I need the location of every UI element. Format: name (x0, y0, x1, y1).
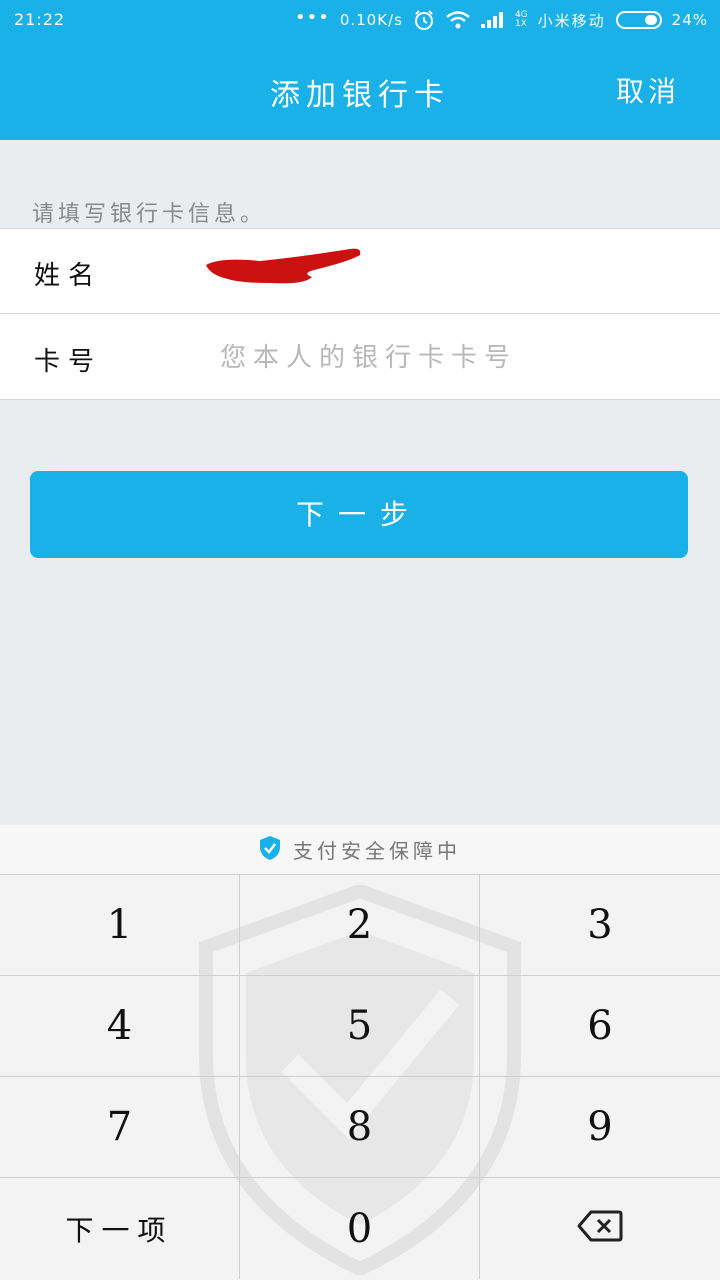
keyboard-header: 支付安全保障中 (0, 825, 720, 875)
card-number-row[interactable]: 卡号 (0, 315, 720, 400)
key-5[interactable]: 5 (240, 976, 480, 1077)
signal-icon (480, 12, 505, 28)
next-step-button[interactable]: 下一步 (30, 471, 688, 558)
shield-check-icon (259, 835, 281, 865)
carrier-name: 小米移动 (537, 11, 606, 30)
card-number-input[interactable] (220, 333, 690, 383)
backspace-key[interactable] (480, 1178, 720, 1279)
wifi-icon (445, 10, 471, 30)
key-1[interactable]: 1 (0, 875, 240, 976)
next-item-key[interactable]: 下一项 (0, 1178, 240, 1279)
secure-keyboard: 支付安全保障中 1 2 3 4 5 6 7 8 9 下一项 0 (0, 825, 720, 1280)
app-header: 添加银行卡 取消 (0, 40, 720, 140)
battery-percent: 24% (671, 11, 708, 29)
key-6[interactable]: 6 (480, 976, 720, 1077)
name-label: 姓名 (34, 261, 103, 291)
status-bar: 21:22 ••• 0.10K/s 4G 1X 小米移动 24% (0, 0, 720, 40)
cancel-button[interactable]: 取消 (616, 70, 680, 110)
key-4[interactable]: 4 (0, 976, 240, 1077)
name-row[interactable]: 姓名 (0, 229, 720, 314)
key-7[interactable]: 7 (0, 1077, 240, 1178)
battery-icon (615, 11, 662, 29)
net-type: 4G 1X (514, 10, 528, 29)
bank-card-form: 姓名 卡号 (0, 228, 720, 400)
form-hint: 请填写银行卡信息。 (32, 202, 267, 227)
net-speed: 0.10K/s (339, 11, 403, 29)
secure-text: 支付安全保障中 (293, 839, 461, 863)
redacted-name (206, 248, 361, 284)
backspace-icon (577, 1206, 623, 1252)
status-dots: ••• (294, 6, 330, 28)
key-3[interactable]: 3 (480, 875, 720, 976)
key-9[interactable]: 9 (480, 1077, 720, 1178)
key-8[interactable]: 8 (240, 1077, 480, 1178)
status-time: 21:22 (14, 10, 66, 29)
page-title: 添加银行卡 (270, 78, 450, 113)
key-2[interactable]: 2 (240, 875, 480, 976)
alarm-icon (413, 9, 435, 31)
key-0[interactable]: 0 (240, 1178, 480, 1279)
card-label: 卡号 (34, 347, 103, 377)
status-right: ••• 0.10K/s 4G 1X 小米移动 24% (295, 6, 708, 34)
keypad: 1 2 3 4 5 6 7 8 9 下一项 0 (0, 875, 720, 1280)
